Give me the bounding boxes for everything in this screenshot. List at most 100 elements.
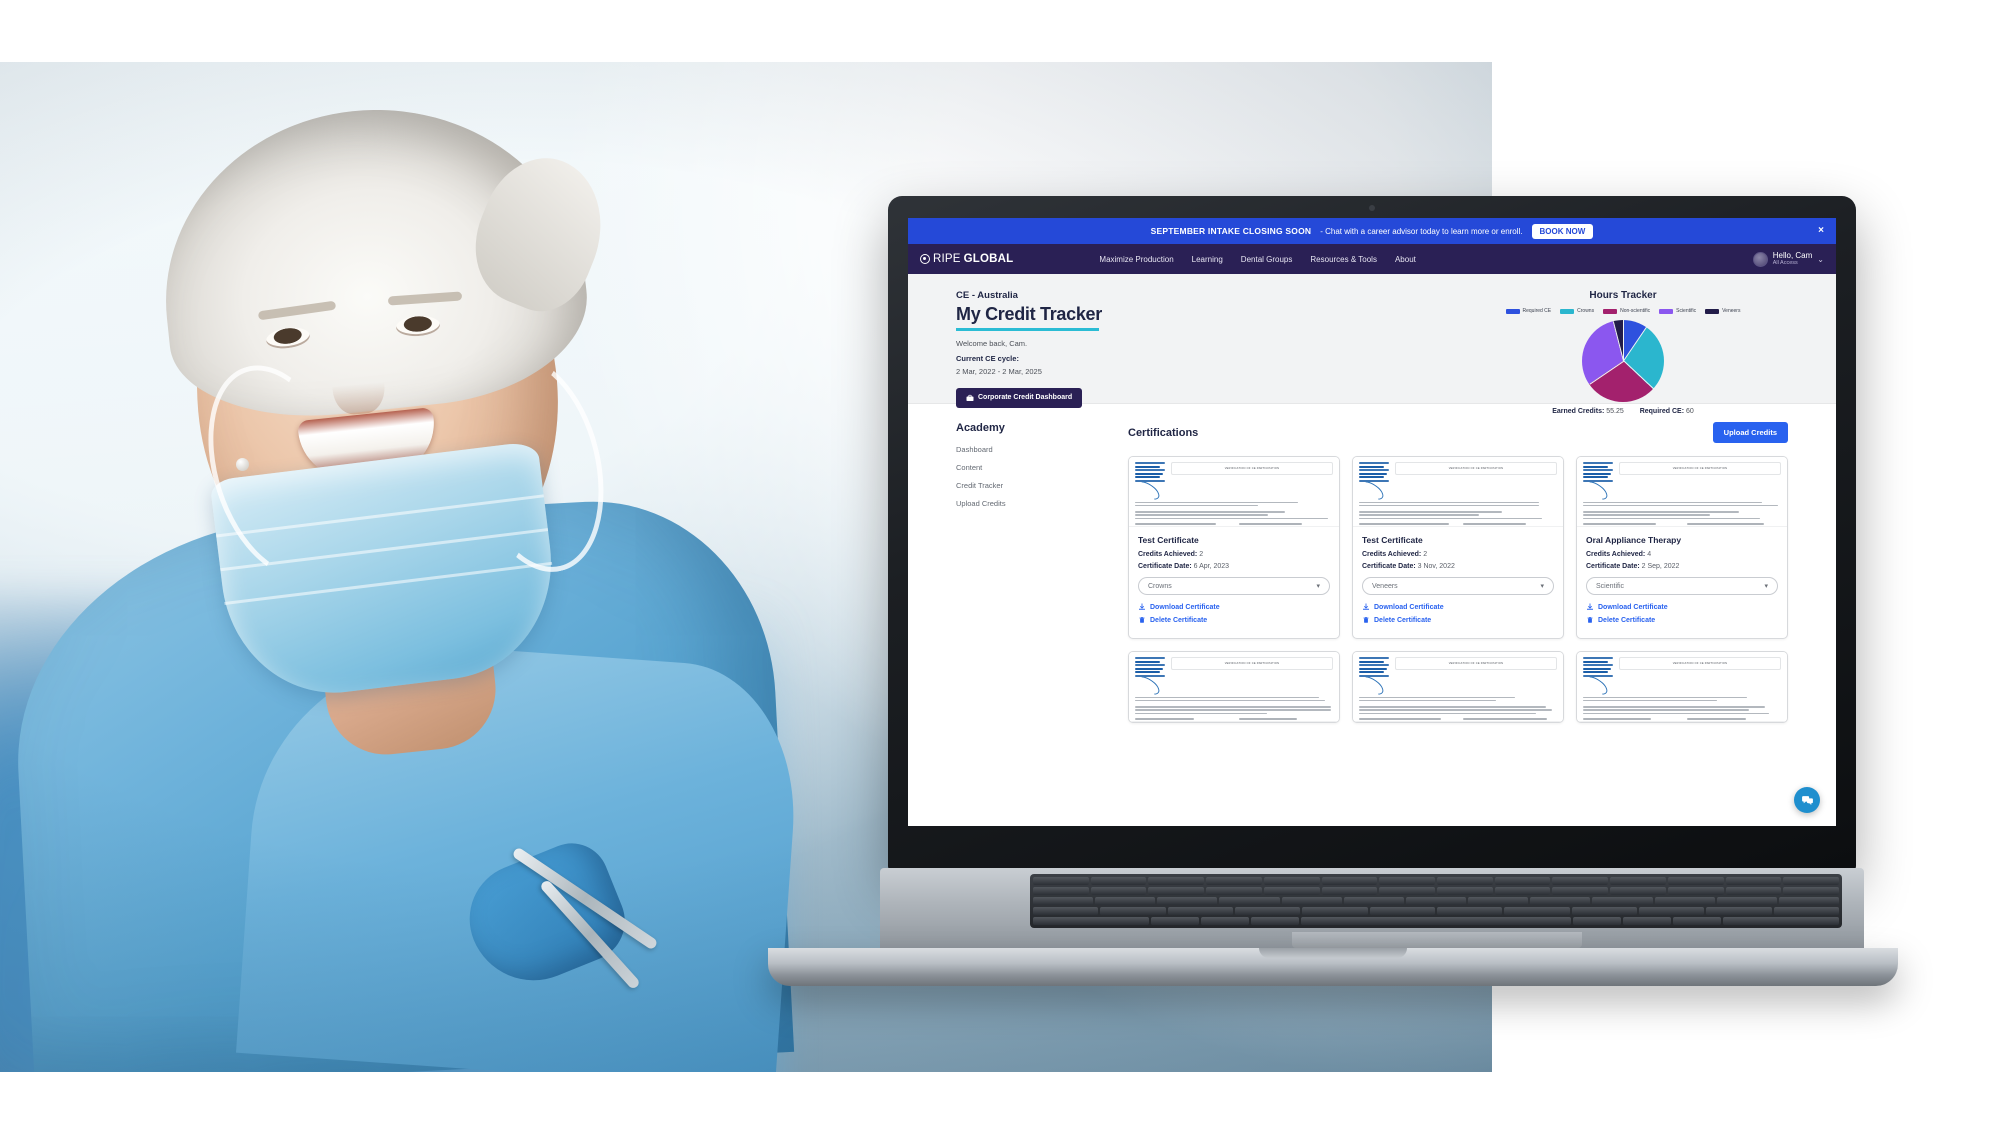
- pie-slice-separator: [1623, 320, 1624, 361]
- download-certificate-link[interactable]: Download Certificate: [1138, 603, 1330, 611]
- keyboard-key: [1264, 887, 1320, 895]
- sidebar-item-upload-credits[interactable]: Upload Credits: [956, 499, 1104, 508]
- certificate-banner: VERIFICATION OF CE PARTICIPATION: [1619, 462, 1781, 475]
- download-certificate-link[interactable]: Download Certificate: [1586, 603, 1778, 611]
- keyboard-key: [1783, 877, 1839, 885]
- nav-links: Maximize Production Learning Dental Grou…: [1099, 255, 1415, 264]
- required-ce-label: Required CE:: [1640, 408, 1684, 415]
- main-navbar: RIPE GLOBAL Maximize Production Learning …: [908, 244, 1836, 274]
- laptop-trackpad: [1292, 932, 1582, 948]
- certificate-category-select[interactable]: Crowns ▾: [1138, 577, 1330, 595]
- pie-slice-separator: [1623, 327, 1647, 362]
- content-area: Academy Dashboard Content Credit Tracker…: [908, 404, 1836, 826]
- pie-chart-legend: Required CE Crowns Non-scientific Scientifi…: [1458, 308, 1788, 314]
- chevron-down-icon: ▾: [1316, 582, 1320, 590]
- download-icon: [1362, 603, 1370, 611]
- keyboard-key: [1322, 887, 1378, 895]
- certifications-heading: Certifications: [1128, 427, 1198, 439]
- academy-sidebar: Academy Dashboard Content Credit Tracker…: [956, 422, 1104, 826]
- delete-certificate-link[interactable]: Delete Certificate: [1138, 616, 1330, 624]
- keyboard-key: [1264, 877, 1320, 885]
- upload-credits-button[interactable]: Upload Credits: [1713, 422, 1788, 443]
- keyboard-key: [1573, 917, 1621, 925]
- delete-certificate-link[interactable]: Delete Certificate: [1362, 616, 1554, 624]
- nav-item-maximize-production[interactable]: Maximize Production: [1099, 255, 1173, 264]
- delete-certificate-label: Delete Certificate: [1150, 617, 1207, 624]
- certificate-card-grid-row2: VERIFICATION OF CE PARTICIPATION VERIFIC…: [1128, 651, 1788, 723]
- certificate-card[interactable]: VERIFICATION OF CE PARTICIPATION Test Ce…: [1128, 456, 1340, 639]
- nav-item-resources-tools[interactable]: Resources & Tools: [1310, 255, 1377, 264]
- certificate-card[interactable]: VERIFICATION OF CE PARTICIPATION: [1128, 651, 1340, 723]
- keyboard-key: [1033, 917, 1149, 925]
- keyboard-key: [1201, 917, 1249, 925]
- keyboard-key: [1495, 877, 1551, 885]
- certificate-org-logo-icon: [1135, 657, 1165, 692]
- certificate-card[interactable]: VERIFICATION OF CE PARTICIPATION Test Ce…: [1352, 456, 1564, 639]
- sidebar-item-credit-tracker[interactable]: Credit Tracker: [956, 481, 1104, 490]
- close-icon[interactable]: ×: [1818, 226, 1824, 236]
- certificate-banner-text: VERIFICATION OF CE PARTICIPATION: [1225, 662, 1280, 665]
- corporate-button-label: Corporate Credit Dashboard: [978, 394, 1072, 401]
- certificate-card[interactable]: VERIFICATION OF CE PARTICIPATION: [1576, 651, 1788, 723]
- keyboard-key: [1668, 887, 1724, 895]
- keyboard-key: [1148, 887, 1204, 895]
- keyboard-key: [1723, 917, 1839, 925]
- hours-tracker-title: Hours Tracker: [1458, 290, 1788, 301]
- nav-item-about[interactable]: About: [1395, 255, 1416, 264]
- keyboard-key: [1344, 897, 1404, 905]
- laptop-mockup: SEPTEMBER INTAKE CLOSING SOON - Chat wit…: [768, 196, 1898, 986]
- certificate-thumbnail: VERIFICATION OF CE PARTICIPATION: [1353, 652, 1563, 722]
- keyboard-key: [1552, 877, 1608, 885]
- certificate-title: Oral Appliance Therapy: [1586, 535, 1778, 545]
- hero-left-column: CE - Australia My Credit Tracker Welcome…: [956, 290, 1256, 408]
- certificate-card-body: Test Certificate Credits Achieved: 2 Cer…: [1129, 527, 1339, 638]
- keyboard-key: [1623, 917, 1671, 925]
- download-icon: [1586, 603, 1594, 611]
- certificate-credits: Credits Achieved: 2: [1362, 551, 1554, 558]
- certificate-org-logo-icon: [1359, 657, 1389, 692]
- chevron-down-icon[interactable]: ⌄: [1817, 255, 1824, 264]
- certificate-category-value: Crowns: [1148, 583, 1172, 590]
- keyboard-key: [1655, 897, 1715, 905]
- legend-item-veneers: Veneers: [1705, 308, 1740, 314]
- certificate-category-value: Veneers: [1372, 583, 1398, 590]
- certificate-org-logo-icon: [1583, 657, 1613, 692]
- keyboard-row: [1033, 877, 1839, 885]
- corporate-credit-dashboard-button[interactable]: Corporate Credit Dashboard: [956, 388, 1082, 408]
- keyboard-key: [1033, 907, 1098, 915]
- certificate-banner-text: VERIFICATION OF CE PARTICIPATION: [1449, 662, 1504, 665]
- legend-label: Non-scientific: [1620, 308, 1650, 314]
- user-menu[interactable]: Hello, Cam All Access ⌄: [1753, 251, 1824, 267]
- nav-item-learning[interactable]: Learning: [1192, 255, 1223, 264]
- sidebar-item-dashboard[interactable]: Dashboard: [956, 445, 1104, 454]
- certificate-card[interactable]: VERIFICATION OF CE PARTICIPATION: [1352, 651, 1564, 723]
- chat-widget-button[interactable]: [1794, 787, 1820, 813]
- briefcase-icon: [966, 394, 974, 402]
- keyboard-key: [1219, 897, 1279, 905]
- certificate-card[interactable]: VERIFICATION OF CE PARTICIPATION Oral Ap…: [1576, 456, 1788, 639]
- nav-item-dental-groups[interactable]: Dental Groups: [1241, 255, 1293, 264]
- page-title: My Credit Tracker: [956, 304, 1256, 325]
- keyboard-key: [1322, 877, 1378, 885]
- keyboard-key: [1592, 897, 1652, 905]
- keyboard-row: [1033, 917, 1839, 925]
- avatar: [1753, 252, 1768, 267]
- legend-item-crowns: Crowns: [1560, 308, 1594, 314]
- sidebar-item-content[interactable]: Content: [956, 463, 1104, 472]
- hero-section: CE - Australia My Credit Tracker Welcome…: [908, 274, 1836, 404]
- page-eyebrow: CE - Australia: [956, 290, 1256, 301]
- certificate-credits: Credits Achieved: 2: [1138, 551, 1330, 558]
- ripeglobal-logo[interactable]: RIPE GLOBAL: [920, 253, 1013, 265]
- keyboard-key: [1379, 877, 1435, 885]
- keyboard-key: [1168, 907, 1233, 915]
- certificate-date: Certificate Date: 3 Nov, 2022: [1362, 563, 1554, 570]
- certificate-date: Certificate Date: 6 Apr, 2023: [1138, 563, 1330, 570]
- certificate-category-select[interactable]: Scientific ▾: [1586, 577, 1778, 595]
- promo-banner: SEPTEMBER INTAKE CLOSING SOON - Chat wit…: [908, 218, 1836, 244]
- download-certificate-link[interactable]: Download Certificate: [1362, 603, 1554, 611]
- certificate-category-select[interactable]: Veneers ▾: [1362, 577, 1554, 595]
- keyboard-key: [1157, 897, 1217, 905]
- book-now-button[interactable]: BOOK NOW: [1532, 224, 1594, 239]
- delete-certificate-link[interactable]: Delete Certificate: [1586, 616, 1778, 624]
- legend-item-non-scientific: Non-scientific: [1603, 308, 1650, 314]
